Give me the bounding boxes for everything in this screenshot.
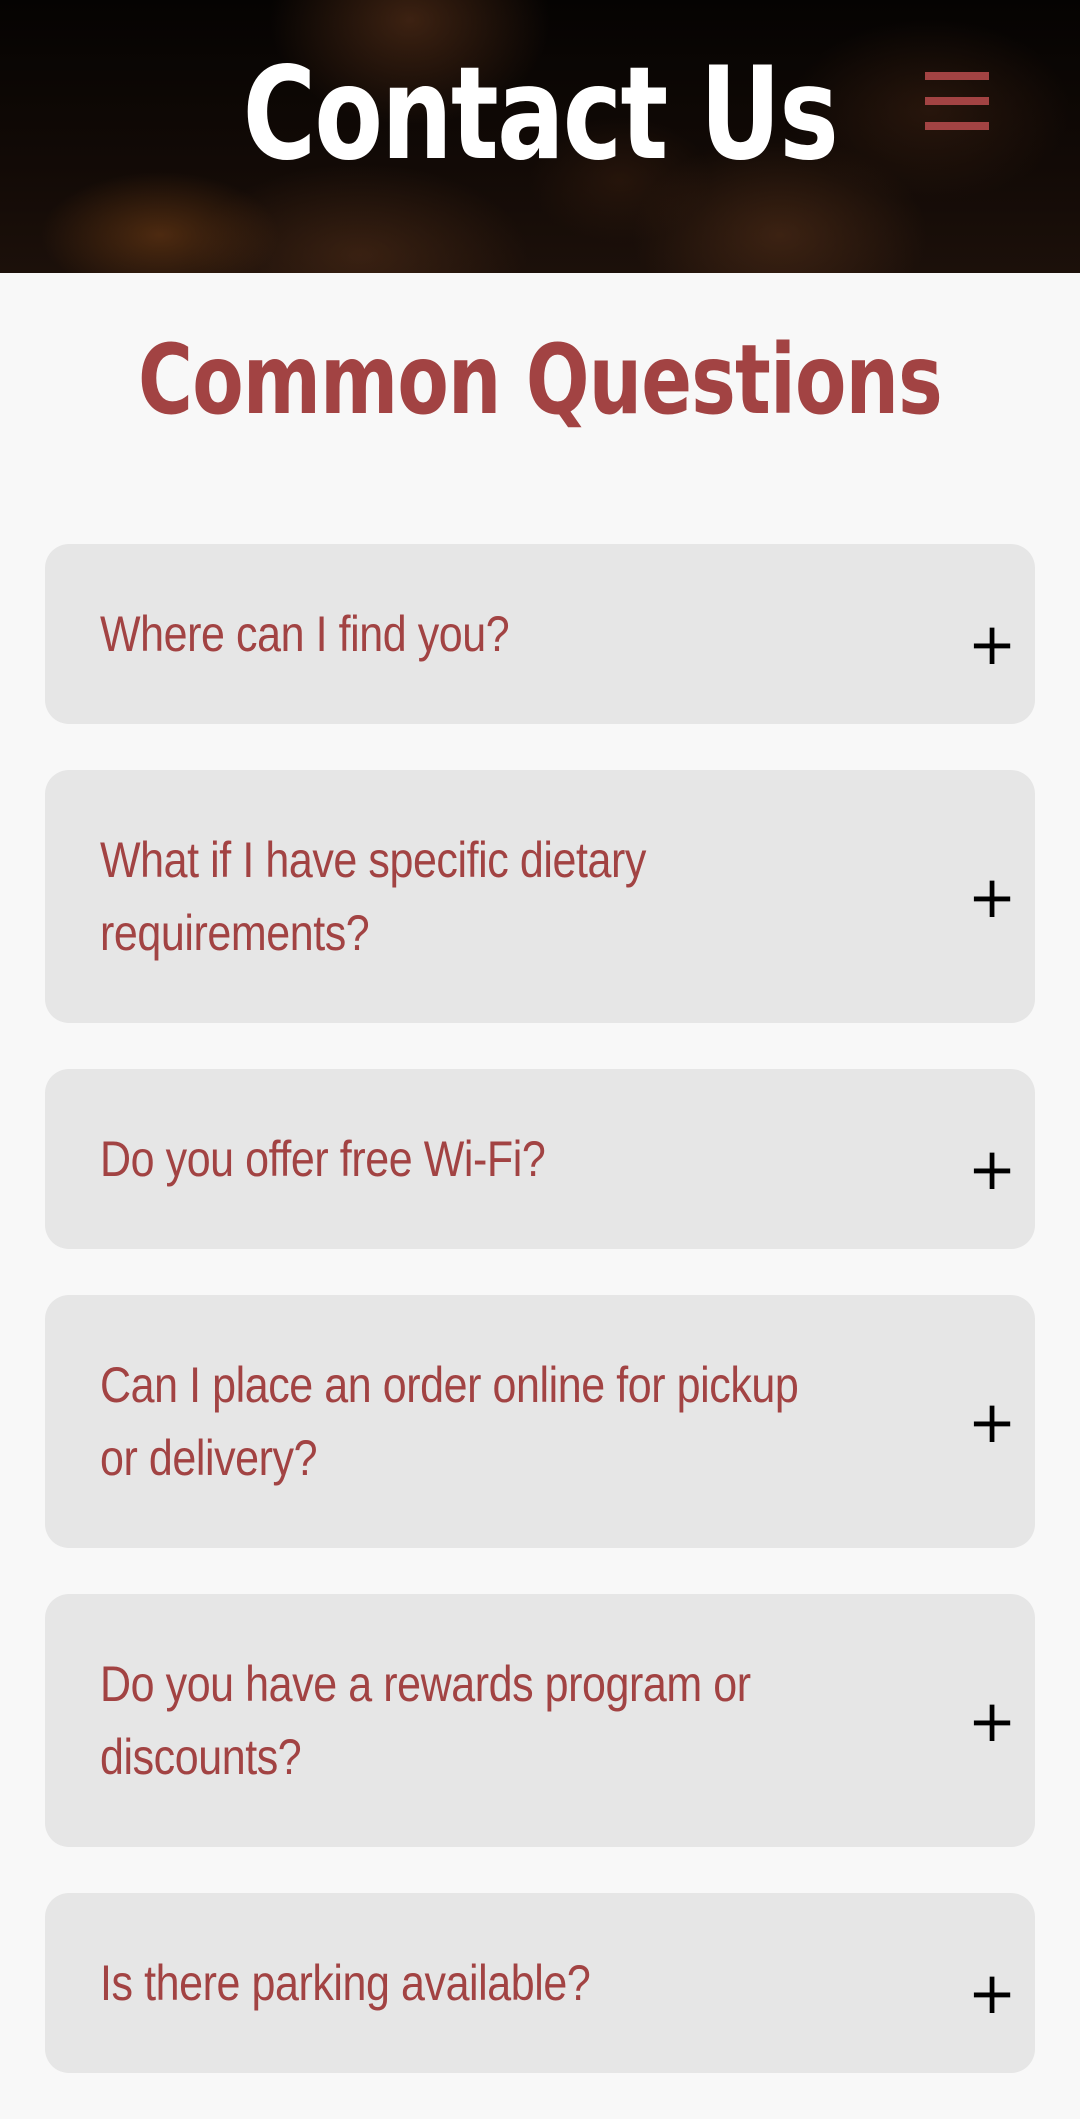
expand-plus-icon[interactable]: + bbox=[964, 1692, 1020, 1750]
expand-plus-icon[interactable]: + bbox=[964, 615, 1020, 673]
menu-bar bbox=[925, 72, 989, 80]
faq-heading: Common Questions bbox=[138, 324, 943, 436]
faq-item[interactable]: Do you have a rewards program or discoun… bbox=[45, 1594, 1035, 1847]
faq-item[interactable]: Can I place an order online for pickup o… bbox=[45, 1295, 1035, 1548]
faq-question: Where can I find you? bbox=[100, 605, 510, 662]
expand-plus-icon[interactable]: + bbox=[964, 1140, 1020, 1198]
faq-question: Can I place an order online for pickup o… bbox=[100, 1356, 799, 1486]
expand-plus-icon[interactable]: + bbox=[964, 868, 1020, 926]
faq-section: Common Questions bbox=[0, 273, 1080, 435]
menu-bar bbox=[925, 122, 989, 130]
faq-item[interactable]: Do you offer free Wi-Fi? + bbox=[45, 1069, 1035, 1249]
expand-plus-icon[interactable]: + bbox=[964, 1393, 1020, 1451]
hamburger-menu-button[interactable] bbox=[925, 72, 989, 132]
expand-plus-icon[interactable]: + bbox=[964, 1964, 1020, 2022]
faq-item[interactable]: What if I have specific dietary requirem… bbox=[45, 770, 1035, 1023]
faq-item[interactable]: Is there parking available? + bbox=[45, 1893, 1035, 2073]
faq-item[interactable]: Where can I find you? + bbox=[45, 544, 1035, 724]
faq-question: Is there parking available? bbox=[100, 1954, 591, 2011]
faq-list: Where can I find you? + What if I have s… bbox=[45, 544, 1035, 2119]
faq-question: Do you offer free Wi-Fi? bbox=[100, 1130, 546, 1187]
page-title: Contact Us bbox=[242, 40, 839, 189]
menu-bar bbox=[925, 97, 989, 105]
faq-question: What if I have specific dietary requirem… bbox=[100, 831, 646, 961]
hero-header: Contact Us bbox=[0, 0, 1080, 273]
faq-question: Do you have a rewards program or discoun… bbox=[100, 1655, 751, 1785]
